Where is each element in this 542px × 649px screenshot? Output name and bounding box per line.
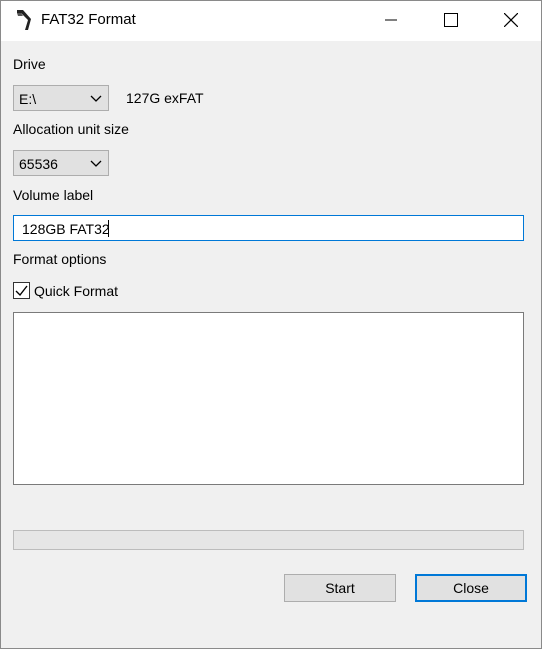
quick-format-label[interactable]: Quick Format (34, 283, 118, 299)
drive-label: Drive (13, 56, 46, 72)
text-caret (108, 220, 109, 237)
window-title: FAT32 Format (41, 11, 136, 28)
volume-label-caption: Volume label (13, 187, 94, 203)
drive-select[interactable]: E:\ (13, 85, 109, 111)
title-bar[interactable]: FAT32 Format (1, 1, 541, 41)
volume-label-value: 128GB FAT32 (22, 221, 110, 237)
drive-info: 127G exFAT (126, 90, 204, 106)
allocation-label: Allocation unit size (13, 121, 129, 137)
volume-label-input[interactable]: 128GB FAT32 (13, 215, 524, 241)
status-log[interactable] (13, 312, 524, 485)
chevron-down-icon (90, 95, 102, 102)
close-window-button[interactable] (481, 1, 541, 39)
allocation-select[interactable]: 65536 (13, 150, 109, 176)
minimize-icon (385, 19, 397, 21)
maximize-button[interactable] (421, 1, 481, 39)
close-icon (504, 13, 518, 27)
minimize-button[interactable] (361, 1, 421, 39)
checkmark-icon (15, 285, 28, 297)
close-button[interactable]: Close (415, 574, 527, 602)
app-icon (17, 10, 31, 30)
quick-format-checkbox[interactable] (13, 282, 30, 299)
drive-select-value: E:\ (19, 91, 37, 107)
maximize-icon (444, 13, 458, 27)
format-options-label: Format options (13, 251, 107, 267)
start-button[interactable]: Start (284, 574, 396, 602)
chevron-down-icon (90, 160, 102, 167)
allocation-select-value: 65536 (19, 156, 58, 172)
app-window: FAT32 Format Drive E:\ 127G exFAT Alloca… (0, 0, 542, 649)
progress-bar (13, 530, 524, 550)
